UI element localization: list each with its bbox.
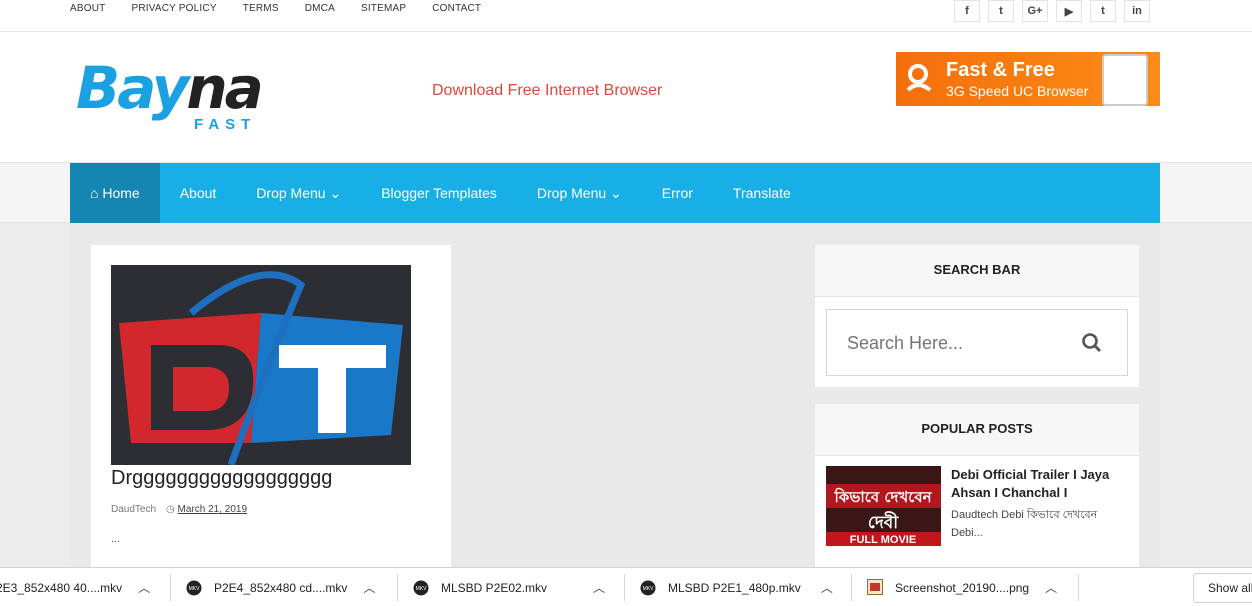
- top-links: ABOUT PRIVACY POLICY TERMS DMCA SITEMAP …: [70, 0, 507, 18]
- top-link-privacy[interactable]: PRIVACY POLICY: [131, 0, 216, 18]
- google-plus-icon[interactable]: G+: [1022, 0, 1048, 22]
- download-filename-3: MLSBD P2E02.mkv: [441, 580, 548, 595]
- chevron-up-icon[interactable]: ︿: [363, 579, 375, 596]
- download-filename-4: MLSBD P2E1_480p.mkv: [668, 580, 801, 595]
- post-meta: DaudTech ◷ March 21, 2019: [111, 504, 247, 515]
- downloads-bar: 2E3_852x480 40....mkv ︿ MKV P2E4_852x480…: [0, 567, 1252, 606]
- post-card: Drgggggggggggggggggg DaudTech ◷ March 21…: [91, 245, 451, 567]
- mkv-file-icon: MKV: [413, 579, 429, 597]
- nav-wrapper: ⌂ Home About Drop Menu ⌄ Blogger Templat…: [0, 162, 1252, 224]
- nav-drop-label-1: Drop Menu: [256, 185, 326, 201]
- download-item-1[interactable]: 2E3_852x480 40....mkv ︿: [0, 568, 150, 606]
- nav-home-label: Home: [102, 185, 140, 201]
- search-widget: SEARCH BAR: [815, 245, 1139, 387]
- post-date-wrap: ◷ March 21, 2019: [166, 504, 247, 515]
- chevron-up-icon[interactable]: ︿: [593, 579, 605, 596]
- download-filename-2: P2E4_852x480 cd....mkv: [214, 580, 348, 595]
- post-thumbnail[interactable]: [111, 265, 411, 465]
- uc-browser-ad-banner[interactable]: Fast & Free 3G Speed UC Browser: [896, 52, 1160, 106]
- download-filename-5: Screenshot_20190....png: [895, 580, 1030, 595]
- post-author[interactable]: DaudTech: [111, 504, 156, 515]
- search-icon[interactable]: [1081, 332, 1103, 354]
- top-bar: ABOUT PRIVACY POLICY TERMS DMCA SITEMAP …: [0, 0, 1252, 32]
- main-nav: ⌂ Home About Drop Menu ⌄ Blogger Templat…: [70, 163, 1160, 224]
- svg-text:MKV: MKV: [189, 586, 201, 592]
- nav-item-error[interactable]: Error: [642, 163, 713, 224]
- site-logo[interactable]: Bayna FAST: [76, 50, 276, 136]
- logo-subtext: FAST: [194, 116, 257, 133]
- nav-item-about[interactable]: About: [160, 163, 237, 224]
- download-item-4[interactable]: MKV MLSBD P2E1_480p.mkv ︿: [640, 568, 833, 606]
- logo-text-dark: na: [186, 54, 263, 122]
- top-link-sitemap[interactable]: SITEMAP: [361, 0, 406, 18]
- nav-item-drop-menu-1[interactable]: Drop Menu ⌄: [236, 163, 361, 224]
- search-widget-title: SEARCH BAR: [815, 245, 1139, 297]
- top-link-dmca[interactable]: DMCA: [305, 0, 335, 18]
- post-date[interactable]: March 21, 2019: [178, 504, 248, 515]
- chevron-down-icon: ⌄: [606, 185, 622, 201]
- thumb-text-mid: দেবী: [868, 511, 899, 533]
- tumblr-icon[interactable]: t: [1090, 0, 1116, 22]
- search-input[interactable]: [847, 330, 1067, 356]
- thumb-text-bottom: FULL MOVIE: [850, 534, 916, 546]
- chevron-up-icon[interactable]: ︿: [138, 579, 150, 596]
- top-link-contact[interactable]: CONTACT: [432, 0, 481, 18]
- download-item-5[interactable]: Screenshot_20190....png ︿: [867, 568, 1057, 606]
- ad-subline: 3G Speed UC Browser: [946, 83, 1089, 99]
- site-header: Bayna FAST Download Free Internet Browse…: [0, 32, 1252, 162]
- twitter-icon[interactable]: t: [988, 0, 1014, 22]
- nav-item-blogger-templates[interactable]: Blogger Templates: [361, 163, 517, 224]
- clock-icon: ◷: [166, 504, 178, 515]
- ad-headline: Fast & Free: [946, 59, 1055, 81]
- linkedin-icon[interactable]: in: [1124, 0, 1150, 22]
- top-link-about[interactable]: ABOUT: [70, 0, 105, 18]
- phone-image: [1102, 54, 1148, 106]
- post-excerpt: ...: [111, 533, 121, 545]
- uc-browser-icon: [904, 60, 934, 98]
- nav-drop-label-2: Drop Menu: [536, 185, 607, 201]
- popular-posts-title: POPULAR POSTS: [815, 404, 1139, 456]
- mkv-file-icon: MKV: [640, 579, 656, 597]
- download-item-2[interactable]: MKV P2E4_852x480 cd....mkv ︿: [186, 568, 375, 606]
- mkv-file-icon: MKV: [186, 579, 202, 597]
- header-tagline[interactable]: Download Free Internet Browser: [432, 82, 662, 100]
- home-icon: ⌂: [90, 185, 103, 201]
- popular-post-title[interactable]: Debi Official Trailer I Jaya Ahsan I Cha…: [951, 466, 1126, 502]
- facebook-icon[interactable]: f: [954, 0, 980, 22]
- youtube-icon[interactable]: ▶: [1056, 0, 1082, 22]
- popular-post-thumbnail[interactable]: কিভাবে দেখবেন দেবী FULL MOVIE: [826, 466, 941, 546]
- popular-posts-widget: POPULAR POSTS কিভাবে দেখবেন দেবী FULL MO…: [815, 404, 1139, 567]
- chevron-up-icon[interactable]: ︿: [1045, 579, 1057, 596]
- logo-text-blue: Bay: [76, 54, 189, 122]
- chevron-down-icon: ⌄: [325, 185, 342, 201]
- popular-post-snippet: Daudtech Debi কিভাবে দেখবেন Debi...: [951, 509, 1098, 539]
- download-filename-1: 2E3_852x480 40....mkv: [0, 580, 123, 595]
- nav-item-drop-menu-2[interactable]: Drop Menu ⌄: [517, 163, 642, 224]
- social-links: f t G+ ▶ t in: [954, 0, 1150, 22]
- thumb-text-top: কিভাবে দেখবেন: [833, 487, 932, 506]
- post-title[interactable]: Drgggggggggggggggggg: [111, 467, 332, 490]
- image-file-icon: [867, 578, 883, 597]
- download-item-3[interactable]: MKV MLSBD P2E02.mkv ︿: [413, 568, 605, 606]
- nav-item-home[interactable]: ⌂ Home: [70, 163, 160, 224]
- svg-text:MKV: MKV: [416, 586, 428, 592]
- chevron-up-icon[interactable]: ︿: [821, 579, 833, 596]
- top-link-terms[interactable]: TERMS: [243, 0, 279, 18]
- svg-text:MKV: MKV: [643, 586, 655, 592]
- show-all-downloads-button[interactable]: Show all: [1193, 573, 1252, 603]
- search-box: [826, 309, 1128, 376]
- nav-item-translate[interactable]: Translate: [713, 163, 811, 224]
